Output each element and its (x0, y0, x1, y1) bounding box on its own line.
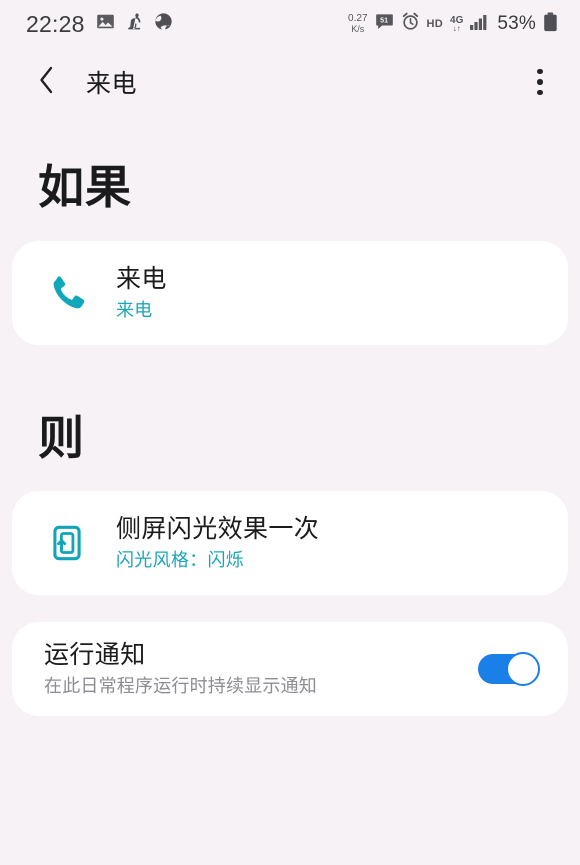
more-vertical-icon-dot (537, 68, 543, 75)
signal-bars-icon (470, 13, 490, 35)
app-bar: 来电 (0, 48, 580, 116)
more-options-button[interactable] (522, 64, 558, 100)
trigger-text: 来电 来电 (116, 264, 167, 321)
page-title: 来电 (86, 70, 138, 98)
trigger-title: 来电 (116, 265, 167, 294)
trigger-card[interactable]: 来电 来电 (12, 241, 568, 345)
browser-icon (154, 12, 173, 36)
notification-title: 运行通知 (44, 641, 146, 670)
image-icon (96, 12, 115, 36)
notification-text: 运行通知 在此日常程序运行时持续显示通知 (44, 640, 478, 698)
notification-toggle[interactable] (478, 652, 540, 686)
network-arrows-icon: ↓↑ (452, 23, 461, 33)
notification-subtitle: 在此日常程序运行时持续显示通知 (44, 676, 317, 697)
more-vertical-icon-dot (537, 79, 543, 85)
action-text: 侧屏闪光效果一次 闪光风格：闪烁 (116, 514, 319, 571)
trigger-row[interactable]: 来电 来电 (12, 241, 568, 345)
status-bar: 22:28 0.27 K/s 51 HD 4G ↓↑ 53% (0, 0, 580, 48)
network-speed-value: 0.27 (348, 13, 368, 24)
notification-card[interactable]: 运行通知 在此日常程序运行时持续显示通知 (12, 622, 568, 716)
toggle-thumb (506, 652, 540, 686)
chevron-left-icon (35, 65, 59, 100)
section-header-if: 如果 (38, 161, 132, 213)
trigger-subtitle: 来电 (116, 299, 153, 320)
back-button[interactable] (30, 65, 64, 99)
section-header-then: 则 (38, 412, 85, 464)
edge-lighting-icon (38, 525, 96, 561)
battery-icon (543, 12, 558, 37)
status-bar-right: 0.27 K/s 51 HD 4G ↓↑ 53% (348, 12, 558, 37)
hd-voice-label: HD (426, 18, 444, 30)
network-type-indicator: 4G ↓↑ (450, 15, 463, 33)
phone-call-icon (38, 273, 96, 313)
battery-percentage: 53% (497, 13, 536, 34)
app-icon (126, 12, 143, 36)
action-subtitle: 闪光风格：闪烁 (116, 549, 245, 570)
notification-row[interactable]: 运行通知 在此日常程序运行时持续显示通知 (12, 622, 568, 716)
more-vertical-icon-dot (537, 89, 543, 96)
svg-text:51: 51 (380, 16, 388, 24)
status-bar-clock: 22:28 (26, 10, 85, 37)
network-speed-unit: K/s (351, 24, 365, 34)
routine-content: 如果 来电 来电 则 侧屏闪光效果一次 闪光风格：闪烁 运行通知 在此日常程序运… (0, 164, 580, 716)
network-speed-indicator: 0.27 K/s (348, 14, 367, 34)
action-title: 侧屏闪光效果一次 (116, 515, 320, 544)
message-badge-icon: 51 (375, 12, 394, 36)
status-bar-left: 22:28 (26, 11, 173, 38)
action-row[interactable]: 侧屏闪光效果一次 闪光风格：闪烁 (12, 491, 568, 595)
action-card[interactable]: 侧屏闪光效果一次 闪光风格：闪烁 (12, 491, 568, 595)
alarm-icon (401, 12, 420, 36)
